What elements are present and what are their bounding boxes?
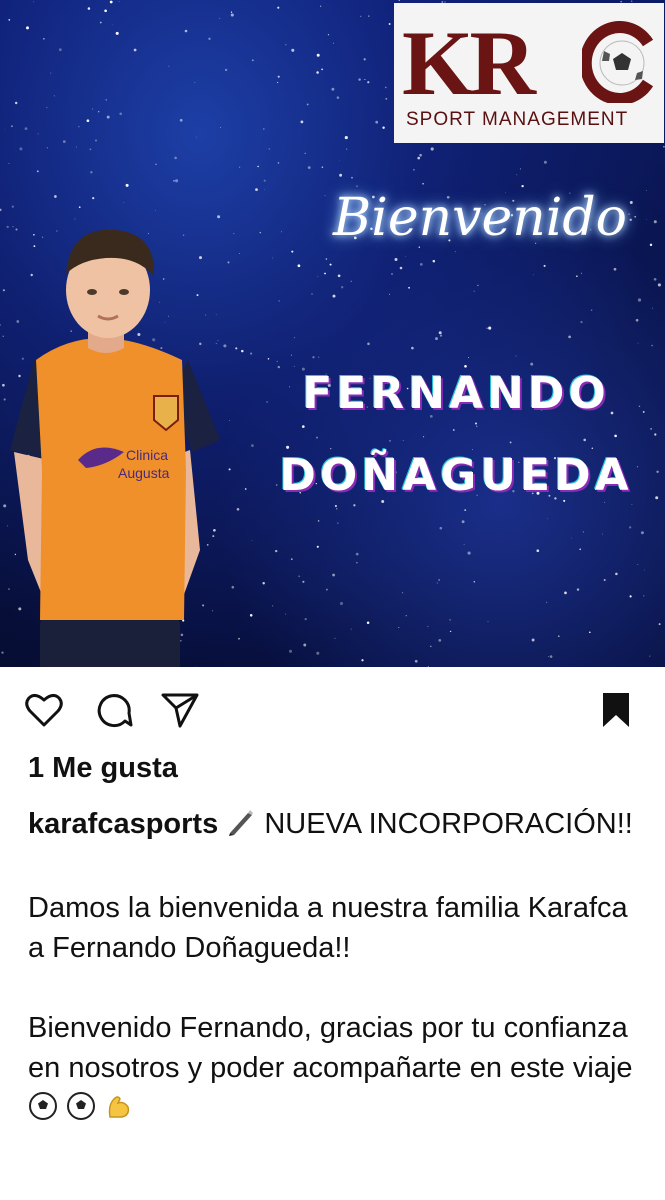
krc-logo: KR SPORT MANAGEMENT	[394, 3, 664, 143]
heart-icon	[25, 693, 63, 727]
greeting-text: Bienvenido	[333, 188, 627, 248]
save-button[interactable]	[596, 690, 636, 730]
caption-paragraph-1: Damos la bienvenida a nuestra familia Ka…	[28, 892, 628, 964]
logo-letters: KR	[402, 12, 536, 114]
caption-username[interactable]: karafcasports	[28, 808, 218, 840]
soccer-ball-emoji-icon	[28, 1091, 58, 1132]
post-image[interactable]: KR SPORT MANAGEMENT Bienvenido FERNANDO …	[0, 0, 665, 667]
pen-emoji-icon	[226, 807, 256, 848]
likes-count[interactable]: 1 Me gusta	[28, 752, 178, 785]
comment-icon	[97, 694, 133, 728]
player-photo: Clinica Augusta	[10, 229, 220, 667]
svg-text:Clinica: Clinica	[126, 447, 168, 463]
flexed-biceps-emoji-icon	[104, 1091, 134, 1132]
player-first-name: FERNANDO	[302, 368, 610, 419]
share-button[interactable]	[160, 690, 200, 730]
soccer-ball-emoji-icon	[66, 1091, 96, 1132]
player-last-name: DOÑAGUEDA	[279, 450, 633, 501]
comment-button[interactable]	[94, 690, 134, 730]
caption-headline: NUEVA INCORPORACIÓN!!	[264, 808, 633, 840]
soccer-ball-logo-icon	[582, 21, 654, 103]
caption-paragraph-2: Bienvenido Fernando, gracias por tu conf…	[28, 1012, 633, 1084]
like-button[interactable]	[24, 690, 64, 730]
logo-subtitle: SPORT MANAGEMENT	[406, 109, 629, 130]
bookmark-icon	[603, 693, 629, 727]
svg-text:Augusta: Augusta	[118, 465, 170, 481]
send-icon	[161, 693, 199, 728]
post-caption: karafcasports NUEVA INCORPORACIÓN!! Damo…	[28, 804, 643, 1132]
